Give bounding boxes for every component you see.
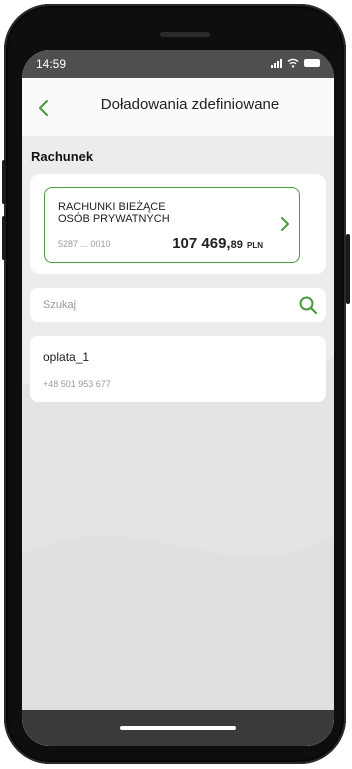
page-title: Doładowania zdefiniowane <box>100 96 280 113</box>
balance-currency: PLN <box>247 241 263 250</box>
status-time: 14:59 <box>36 57 67 71</box>
chevron-right-icon[interactable] <box>279 215 291 233</box>
search-box <box>30 288 326 322</box>
balance-fraction: 89 <box>230 239 243 251</box>
earpiece <box>160 32 210 37</box>
recharge-item[interactable]: oplata_1 +48 501 953 677 <box>30 336 326 402</box>
recharge-name: oplata_1 <box>43 350 90 364</box>
account-panel: RACHUNKI BIEŻĄCE OSÓB PRYWATNYCH 5287 ..… <box>30 174 326 274</box>
account-name-line1: RACHUNKI BIEŻĄCE <box>58 201 166 213</box>
chevron-left-icon[interactable] <box>32 96 56 120</box>
app-header: Doładowania zdefiniowane <box>22 78 334 136</box>
account-section-label: Rachunek <box>31 149 94 164</box>
volume-up-button <box>2 160 6 204</box>
home-indicator[interactable] <box>120 726 236 730</box>
search-input[interactable] <box>43 296 283 314</box>
status-bar: 14:59 <box>22 50 334 78</box>
power-button <box>346 234 350 304</box>
volume-down-button <box>2 216 6 260</box>
status-icons <box>271 58 320 68</box>
signal-icon <box>271 58 282 68</box>
wifi-icon <box>287 58 299 68</box>
account-name-line2: OSÓB PRYWATNYCH <box>58 213 170 225</box>
battery-icon <box>304 59 320 67</box>
recharge-phone: +48 501 953 677 <box>43 379 111 389</box>
phone-frame: 14:59 Doładowania zdefiniowane Rachunek … <box>4 4 346 764</box>
phone-screen: 14:59 Doładowania zdefiniowane Rachunek … <box>22 50 334 746</box>
bottom-navigation-bar <box>22 710 334 746</box>
account-name: RACHUNKI BIEŻĄCE OSÓB PRYWATNYCH <box>58 201 228 225</box>
account-card[interactable]: RACHUNKI BIEŻĄCE OSÓB PRYWATNYCH 5287 ..… <box>44 187 300 263</box>
account-number: 5287 ... 0010 <box>58 239 111 249</box>
account-balance: 107 469,89 PLN <box>172 235 263 252</box>
search-icon[interactable] <box>298 295 318 315</box>
balance-integer: 107 469, <box>172 235 231 252</box>
